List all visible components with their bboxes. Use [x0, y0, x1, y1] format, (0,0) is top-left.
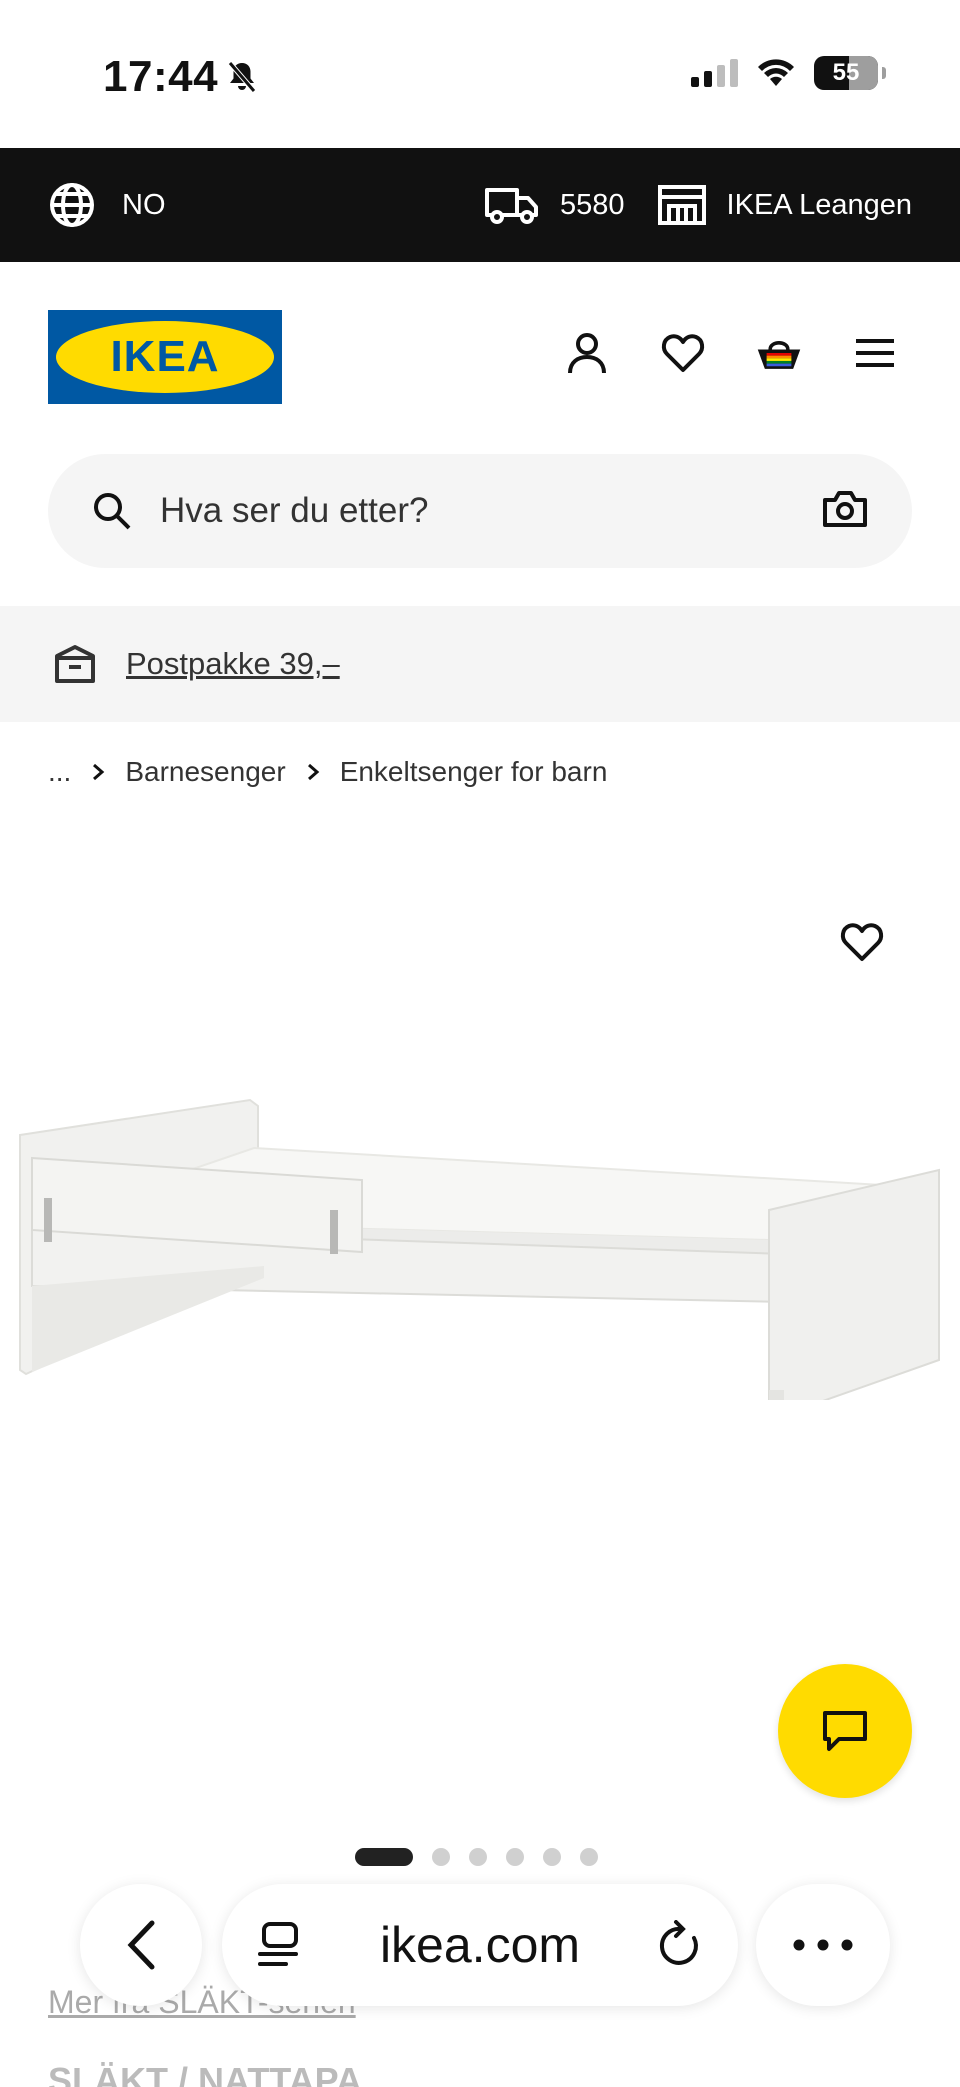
cart-button[interactable] — [756, 330, 802, 376]
carousel-dot-2[interactable] — [432, 1848, 450, 1866]
battery-level: 55 — [832, 59, 860, 86]
breadcrumb-item-enkeltsenger[interactable]: Enkeltsenger for barn — [340, 756, 608, 788]
chevron-right-icon — [93, 763, 105, 781]
language-code: NO — [122, 188, 166, 221]
breadcrumb: ... Barnesenger Enkeltsenger for barn — [48, 752, 607, 792]
postcode-label: 5580 — [560, 188, 625, 221]
store-name: IKEA Leangen — [726, 188, 912, 221]
camera-icon — [823, 490, 867, 527]
store-selector[interactable]: IKEA Leangen — [657, 184, 912, 226]
url-text: ikea.com — [379, 1917, 581, 1973]
menu-button[interactable] — [852, 330, 898, 376]
carousel-dot-5[interactable] — [543, 1848, 561, 1866]
status-icons: 55 — [691, 56, 886, 90]
carousel-pagination — [355, 1848, 598, 1866]
address-bar[interactable]: ikea.com — [222, 1884, 738, 2006]
back-button[interactable] — [80, 1884, 202, 2006]
search-bar[interactable]: Hva ser du etter? — [48, 454, 912, 568]
heart-icon — [840, 923, 884, 961]
battery-icon: 55 — [814, 56, 886, 90]
status-bar: 17:44 55 — [0, 0, 960, 148]
add-to-favourites-button[interactable] — [840, 922, 890, 972]
parcel-box-icon — [55, 645, 95, 683]
breadcrumb-item-barnesenger[interactable]: Barnesenger — [125, 756, 285, 788]
chevron-right-icon — [307, 763, 319, 781]
carousel-dot-3[interactable] — [469, 1848, 487, 1866]
tab-overview-icon — [258, 1922, 298, 1966]
search-input[interactable]: Hva ser du etter? — [160, 491, 428, 531]
shipping-promo: Postpakke 39,– — [0, 606, 960, 722]
bell-off-icon — [228, 61, 256, 93]
product-image-bed — [19, 1098, 940, 1400]
shipping-promo-link[interactable]: Postpakke 39,– — [126, 646, 340, 682]
chat-bubble-icon — [823, 1711, 867, 1751]
globe-icon — [50, 183, 94, 227]
carousel-dot-6[interactable] — [580, 1848, 598, 1866]
carousel-dot-4[interactable] — [506, 1848, 524, 1866]
chat-button[interactable] — [778, 1664, 912, 1798]
shopping-bag-icon — [757, 341, 801, 369]
favourites-button[interactable] — [660, 330, 706, 376]
status-time: 17:44 — [103, 52, 258, 102]
logo-oval: IKEA — [56, 321, 274, 393]
chevron-left-icon — [127, 1920, 155, 1970]
product-title: SLÄKT / NATTAPA — [48, 2060, 362, 2087]
store-icon — [657, 185, 706, 225]
logo-text: IKEA — [110, 332, 220, 381]
ellipsis-icon — [793, 1939, 853, 1951]
visual-search-button[interactable] — [822, 490, 868, 533]
search-icon — [94, 493, 131, 530]
language-selector[interactable]: NO — [48, 181, 166, 229]
delivery-postcode[interactable]: 5580 — [484, 184, 625, 226]
clock: 17:44 — [103, 52, 219, 101]
breadcrumb-ellipsis[interactable]: ... — [48, 756, 71, 788]
more-options-button[interactable] — [756, 1884, 890, 2006]
account-button[interactable] — [564, 330, 610, 376]
top-utility-bar: NO 5580 IKEA Leangen — [0, 148, 960, 262]
reload-icon[interactable] — [658, 1920, 704, 1970]
truck-icon — [485, 188, 539, 224]
header-actions — [564, 330, 898, 376]
carousel-dot-1[interactable] — [355, 1848, 413, 1866]
site-header: IKEA — [0, 262, 960, 454]
user-icon — [568, 333, 606, 374]
ikea-logo[interactable]: IKEA — [48, 310, 282, 404]
cellular-signal-icon — [691, 59, 738, 87]
wifi-icon — [758, 59, 794, 86]
heart-icon — [661, 334, 705, 372]
browser-toolbar: ikea.com — [0, 1880, 960, 2010]
hamburger-menu-icon — [856, 339, 894, 367]
